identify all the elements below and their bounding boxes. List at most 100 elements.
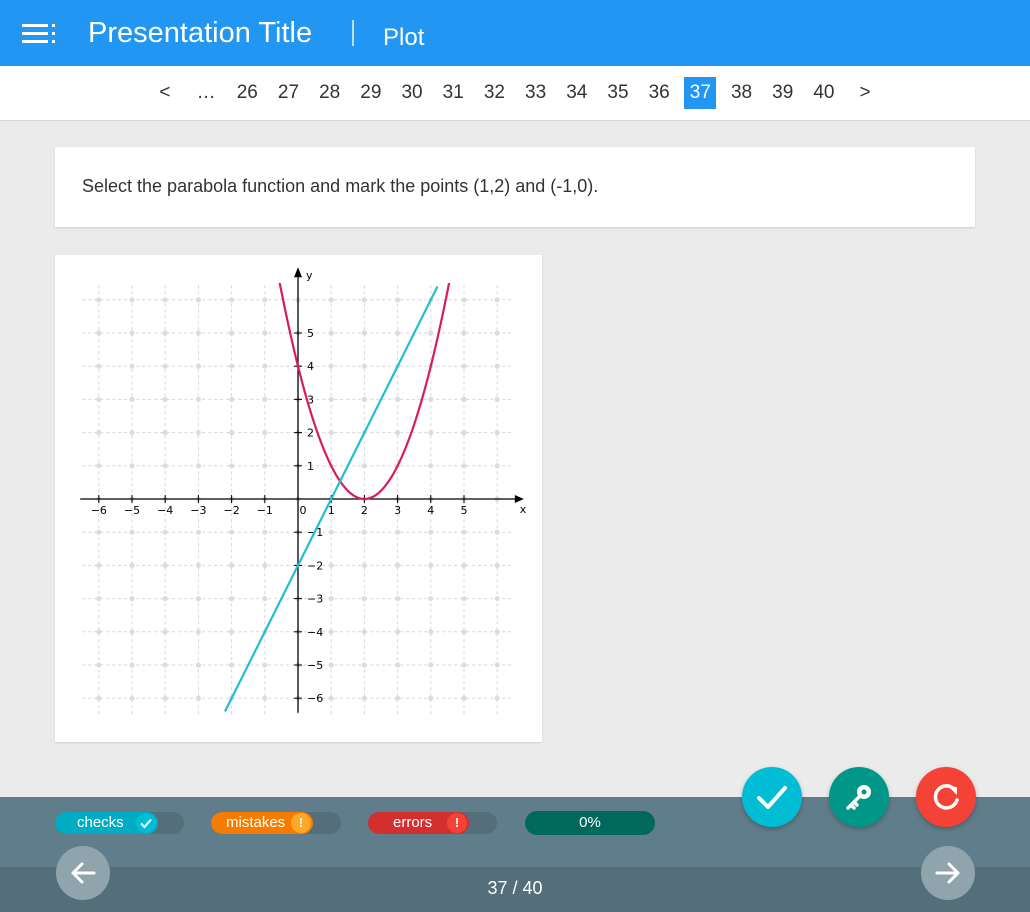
- page-34[interactable]: 34: [561, 77, 593, 109]
- grid-point: [262, 430, 268, 436]
- grid-point: [195, 596, 201, 602]
- page-37[interactable]: 37: [684, 77, 717, 109]
- grid-point: [229, 396, 235, 402]
- grid-point: [395, 596, 401, 602]
- grid-point: [428, 695, 434, 701]
- grid-point: [262, 562, 268, 568]
- question-card: Select the parabola function and mark th…: [55, 147, 975, 227]
- grid-point: [395, 430, 401, 436]
- grid-point: [195, 396, 201, 402]
- grid-point: [162, 695, 168, 701]
- grid-point: [395, 529, 401, 535]
- page-28[interactable]: 28: [314, 77, 346, 109]
- pagination-pages: 26 27 28 29 30 31 32 33 34 35 36 37 38 39 40: [227, 77, 845, 109]
- grid-point: [461, 662, 467, 668]
- grid-point: [162, 396, 168, 402]
- y-tick-label: 4: [307, 360, 314, 373]
- grid-point: [129, 430, 135, 436]
- grid-point: [262, 463, 268, 469]
- x-tick-label: 3: [394, 504, 401, 517]
- check-answer-button[interactable]: [742, 767, 802, 827]
- grid-point: [262, 396, 268, 402]
- grid-point: [96, 430, 102, 436]
- grid-point: [494, 562, 500, 568]
- pagination-next[interactable]: >: [849, 77, 881, 109]
- x-tick-label: −6: [91, 504, 107, 517]
- grid-point: [461, 363, 467, 369]
- grid-point: [195, 529, 201, 535]
- grid-point: [96, 363, 102, 369]
- grid-point: [328, 297, 334, 303]
- grid-point: [229, 363, 235, 369]
- page-32[interactable]: 32: [478, 77, 510, 109]
- grid-point: [229, 330, 235, 336]
- check-icon: [136, 813, 156, 833]
- grid-point: [328, 396, 334, 402]
- y-axis-label: y: [306, 269, 313, 282]
- grid-point: [494, 430, 500, 436]
- pagination-ellipsis[interactable]: …: [190, 77, 222, 109]
- x-axis-label: x: [520, 503, 527, 516]
- grid-point: [428, 396, 434, 402]
- page-40[interactable]: 40: [808, 77, 840, 109]
- grid-point: [428, 330, 434, 336]
- grid-point: [428, 629, 434, 635]
- grid-point: [494, 396, 500, 402]
- grid-point: [229, 430, 235, 436]
- page-26[interactable]: 26: [231, 77, 263, 109]
- plot-card: x y −6 −5 −4 −3 −2 −1 0 1 2 3 4 5 −6 −5 −4 −3 −2 −1 1 2 3 4 5: [55, 255, 542, 742]
- grid-point: [195, 695, 201, 701]
- grid-point: [361, 463, 367, 469]
- page-33[interactable]: 33: [520, 77, 552, 109]
- page-31[interactable]: 31: [437, 77, 469, 109]
- menu-icon[interactable]: [22, 24, 58, 44]
- show-solution-button[interactable]: [829, 767, 889, 827]
- grid-point: [96, 297, 102, 303]
- grid-point: [361, 330, 367, 336]
- grid-point: [361, 695, 367, 701]
- grid-point: [195, 662, 201, 668]
- grid-point: [195, 562, 201, 568]
- page-39[interactable]: 39: [767, 77, 799, 109]
- page-35[interactable]: 35: [602, 77, 634, 109]
- grid-point: [328, 363, 334, 369]
- grid-point: [129, 330, 135, 336]
- pagination-prev[interactable]: <: [149, 77, 181, 109]
- grid-point: [461, 596, 467, 602]
- header-divider: [352, 20, 354, 46]
- grid-point: [129, 695, 135, 701]
- grid-point: [262, 297, 268, 303]
- page-30[interactable]: 30: [396, 77, 428, 109]
- errors-warning-icon: !: [447, 813, 467, 833]
- y-tick-label: 1: [307, 460, 314, 473]
- grid-point: [395, 662, 401, 668]
- grid-point: [494, 695, 500, 701]
- grid-point: [96, 662, 102, 668]
- grid-point: [195, 629, 201, 635]
- presentation-title: Presentation Title: [88, 17, 313, 49]
- page-29[interactable]: 29: [355, 77, 387, 109]
- grid-point: [461, 430, 467, 436]
- grid-point: [96, 529, 102, 535]
- grid-point: [96, 396, 102, 402]
- grid-point: [162, 430, 168, 436]
- slide-pagination: < … 26 27 28 29 30 31 32 33 34 35 36 37 38 39 40 >: [0, 66, 1030, 121]
- grid-point: [162, 463, 168, 469]
- grid-point: [96, 629, 102, 635]
- grid-point: [96, 463, 102, 469]
- page-38[interactable]: 38: [726, 77, 758, 109]
- header-bar: Presentation Title Plot: [0, 0, 1030, 66]
- function-plot[interactable]: xy−6 −5 −4 −3 −2 −1 0 1 2 3 4 5−6−5−4−3−2−112345: [55, 255, 542, 742]
- grid-point: [96, 695, 102, 701]
- grid-point: [162, 662, 168, 668]
- page-27[interactable]: 27: [272, 77, 304, 109]
- grid-point: [229, 529, 235, 535]
- errors-counter: errors !: [368, 812, 497, 834]
- page-36[interactable]: 36: [643, 77, 675, 109]
- grid-point: [328, 695, 334, 701]
- grid-point: [162, 629, 168, 635]
- grid-point: [494, 596, 500, 602]
- reset-button[interactable]: [916, 767, 976, 827]
- grid-point: [328, 629, 334, 635]
- x-tick-label: −5: [124, 504, 140, 517]
